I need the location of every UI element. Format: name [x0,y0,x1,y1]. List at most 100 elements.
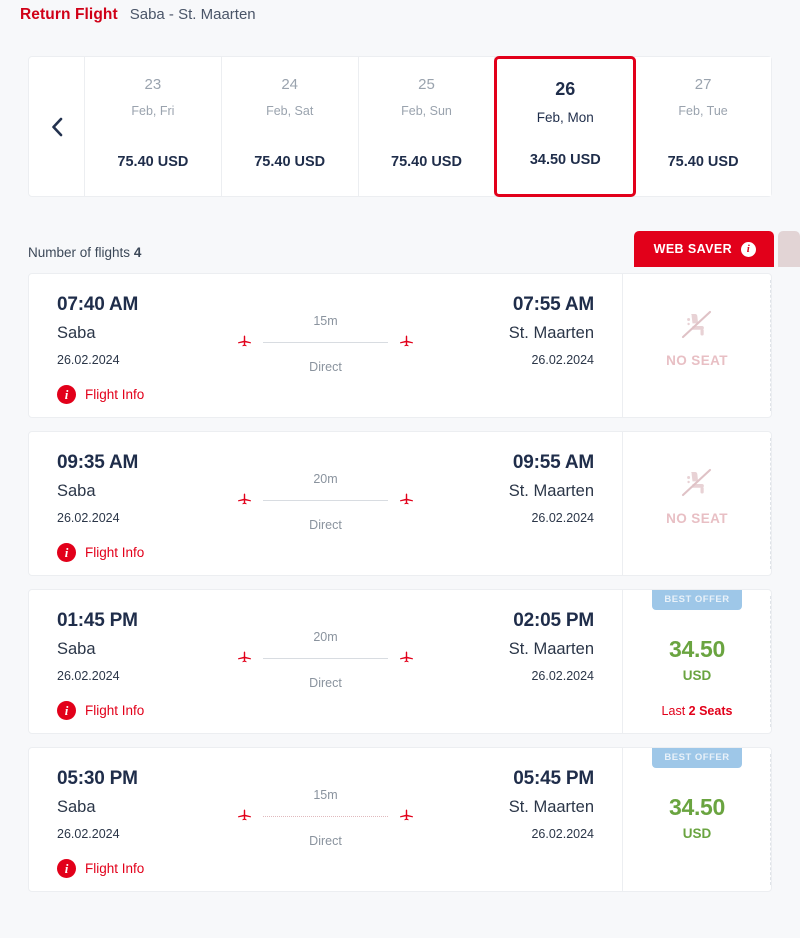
route-summary: 15m Direct [219,766,432,848]
plane-arrive-icon [398,806,415,826]
departure-time: 07:40 AM [57,294,139,315]
date-month-weekday: Feb, Sat [266,104,314,119]
route-track [263,499,388,501]
no-seat-icon [680,468,714,503]
date-cell-24[interactable]: 24 Feb, Sat 75.40 USD [221,57,359,196]
departure-date: 26.02.2024 [57,827,120,841]
fare-currency: USD [682,826,712,841]
date-month-weekday: Feb, Tue [678,104,728,119]
departure-time: 09:35 AM [57,452,139,473]
flight-details: 09:35 AM Saba 26.02.2024 i Flight Info 20m Dir… [29,432,622,575]
flight-info-label: Flight Info [85,861,145,876]
tab-secondary-fare[interactable] [778,231,800,267]
flight-details: 07:40 AM Saba 26.02.2024 i Flight Info 15m Dir… [29,274,622,417]
date-day: 25 [418,76,435,93]
flight-details: 01:45 PM Saba 26.02.2024 i Flight Info 20m Dir… [29,590,622,733]
date-selector-strip: 23 Feb, Fri 75.40 USD 24 Feb, Sat 75.40 USD 25… [28,56,772,197]
previous-dates-button[interactable] [29,57,85,196]
info-icon: i [57,859,76,878]
date-price: 34.50 USD [529,152,601,168]
departure-city: Saba [57,640,96,658]
last-seats-value: 2 Seats [688,704,733,718]
departure-city: Saba [57,324,96,342]
flight-duration: 20m [313,472,338,486]
date-cell-26[interactable]: 26 Feb, Mon 34.50 USD [494,56,637,197]
fare-cell[interactable]: BEST OFFER 34.50 USD Last 2 Seats [622,590,771,733]
flight-row[interactable]: 07:40 AM Saba 26.02.2024 i Flight Info 15m Dir… [28,273,772,418]
plane-arrive-icon [398,490,415,510]
flight-info-button[interactable]: i Flight Info [57,859,219,878]
stops-label: Direct [309,676,342,690]
arrival-date: 26.02.2024 [531,353,594,367]
fare-currency: USD [682,668,712,683]
date-cell-23[interactable]: 23 Feb, Fri 75.40 USD [85,57,222,196]
route-summary: 20m Direct [219,450,432,532]
departure-date: 26.02.2024 [57,353,120,367]
arrival-date: 26.02.2024 [531,669,594,683]
flight-duration: 20m [313,630,338,644]
date-month-weekday: Feb, Fri [131,104,175,119]
route-track [263,815,388,817]
arrival-block: 05:45 PM St. Maarten 26.02.2024 [432,766,622,841]
flight-info-label: Flight Info [85,703,145,718]
fare-amount: 34.50 [668,636,726,662]
date-day: 27 [694,76,712,93]
flights-count: Number of flights 4 [28,245,141,267]
route-label: Saba - St. Maarten [129,6,256,23]
flight-info-label: Flight Info [85,387,145,402]
arrival-time: 02:05 PM [513,610,594,631]
arrival-date: 26.02.2024 [531,827,594,841]
arrival-time: 07:55 AM [512,294,594,315]
fare-cell[interactable]: NO SEAT [622,274,771,417]
tab-web-saver[interactable]: WEB SAVER i [633,231,774,267]
arrival-city: St. Maarten [508,482,594,500]
arrival-block: 09:55 AM St. Maarten 26.02.2024 [432,450,622,525]
last-seats-warning: Last 2 Seats [662,704,733,718]
date-price: 75.40 USD [391,154,462,170]
plane-depart-icon [236,332,253,352]
flight-row[interactable]: 05:30 PM Saba 26.02.2024 i Flight Info 15m Dir… [28,747,772,892]
best-offer-badge: BEST OFFER [652,590,742,610]
stops-label: Direct [309,360,342,374]
flight-row[interactable]: 09:35 AM Saba 26.02.2024 i Flight Info 20m Dir… [28,431,772,576]
flight-row[interactable]: 01:45 PM Saba 26.02.2024 i Flight Info 20m Dir… [28,589,772,734]
arrival-time: 05:45 PM [513,768,594,789]
tab-web-saver-label: WEB SAVER [653,242,732,256]
plane-depart-icon [236,490,253,510]
info-icon[interactable]: i [741,241,756,257]
date-cell-25[interactable]: 25 Feb, Sun 75.40 USD [358,57,496,196]
date-price: 75.40 USD [117,154,189,170]
results-meta-row: Number of flights 4 WEB SAVER i [28,227,800,267]
flight-info-button[interactable]: i Flight Info [57,701,219,720]
arrival-date: 26.02.2024 [531,511,594,525]
page-header: Return Flight Saba - St. Maarten [0,0,800,34]
arrival-city: St. Maarten [508,324,594,342]
route-line [236,806,415,826]
fare-amount: 34.50 [668,794,726,820]
date-day: 23 [144,76,162,93]
departure-block: 09:35 AM Saba 26.02.2024 i Flight Info [29,450,219,562]
route-line [236,648,415,668]
fare-cell[interactable]: NO SEAT [622,432,771,575]
flight-duration: 15m [313,314,338,328]
departure-block: 01:45 PM Saba 26.02.2024 i Flight Info [29,608,219,720]
date-month-weekday: Feb, Mon [536,110,594,126]
info-icon: i [57,543,76,562]
route-summary: 20m Direct [219,608,432,690]
departure-block: 05:30 PM Saba 26.02.2024 i Flight Info [29,766,219,878]
route-track [263,341,388,343]
flight-duration: 15m [313,788,338,802]
flight-info-button[interactable]: i Flight Info [57,385,219,404]
flight-info-button[interactable]: i Flight Info [57,543,219,562]
route-line [236,332,415,352]
departure-block: 07:40 AM Saba 26.02.2024 i Flight Info [29,292,219,404]
route-summary: 15m Direct [219,292,432,374]
fare-cell[interactable]: BEST OFFER 34.50 USD [622,748,771,891]
date-cell-27[interactable]: 27 Feb, Tue 75.40 USD [635,57,771,196]
departure-city: Saba [57,482,96,500]
arrival-city: St. Maarten [508,798,594,816]
stops-label: Direct [309,518,342,532]
departure-time: 01:45 PM [57,610,138,631]
arrival-block: 07:55 AM St. Maarten 26.02.2024 [432,292,622,367]
arrival-time: 09:55 AM [512,452,594,473]
